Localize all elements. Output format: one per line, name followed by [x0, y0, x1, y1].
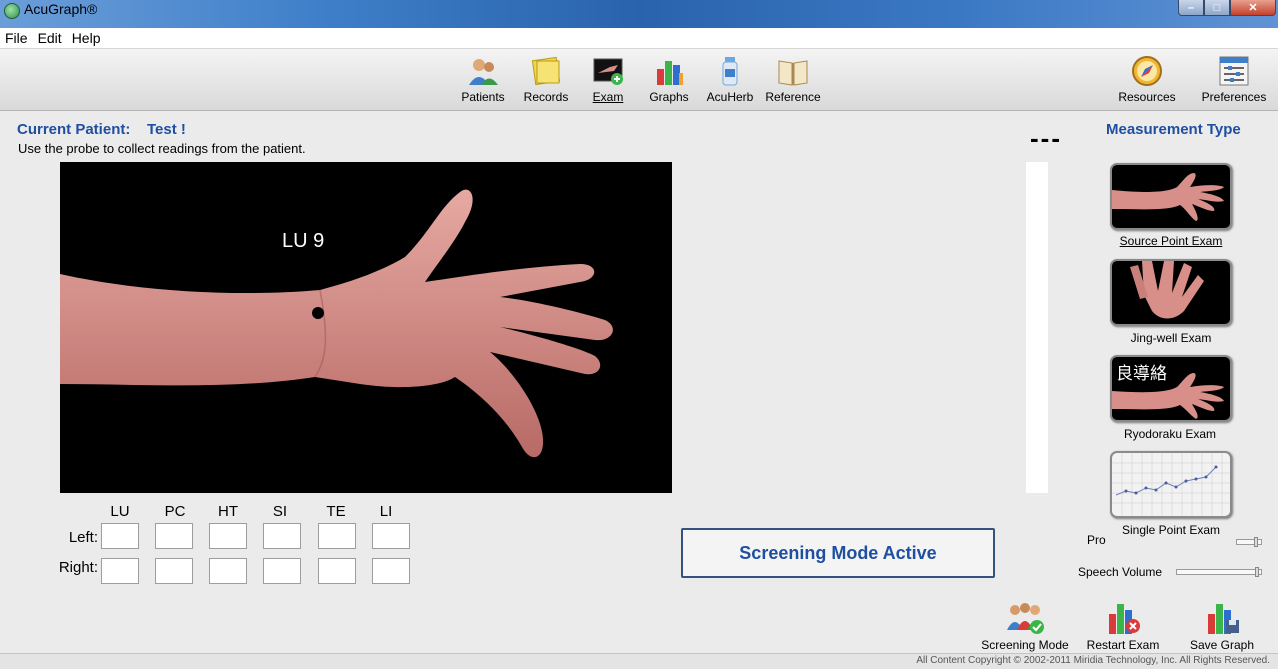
pro-slider[interactable]: [1236, 537, 1262, 547]
toolbar-reference-label: Reference: [765, 90, 821, 104]
save-graph-icon: [1208, 604, 1239, 634]
reading-meter: [1026, 162, 1048, 493]
column-header-te: TE: [326, 503, 346, 520]
reading-value: ---: [1030, 123, 1062, 153]
screening-mode-label: Screening Mode: [981, 638, 1069, 652]
row-label-right: Right:: [58, 559, 98, 576]
window-title: AcuGraph®: [24, 1, 98, 17]
column-header-ht: HT: [218, 503, 238, 520]
reading-cell-left-si: [263, 523, 301, 549]
records-icon: [531, 56, 561, 86]
reading-cell-left-ht: [209, 523, 247, 549]
toolbar-patients-button[interactable]: Patients: [458, 55, 508, 104]
toolbar-graphs-button[interactable]: Graphs: [644, 55, 694, 104]
acuherb-icon: [722, 57, 738, 86]
screening-mode-icon: [1007, 603, 1044, 634]
reading-cell-right-te: [318, 558, 356, 584]
toolbar-acuherb-button[interactable]: AcuHerb: [704, 55, 756, 104]
hand-illustration: [60, 189, 613, 458]
column-header-lu: LU: [110, 503, 130, 520]
menu-bar: File Edit Help: [0, 28, 1278, 49]
row-label-left: Left:: [68, 529, 98, 546]
toolbar: Patients Records Exam Graphs AcuHerb Ref…: [0, 49, 1278, 111]
reading-cell-right-ht: [209, 558, 247, 584]
single-point-exam-button[interactable]: [1110, 451, 1232, 518]
ryodoraku-exam-button[interactable]: 良導絡: [1110, 355, 1232, 422]
status-bar: All Content Copyright © 2002-2011 Miridi…: [0, 653, 1278, 669]
window-controls: – □ ✕: [1178, 0, 1276, 16]
pro-label: Pro: [1087, 533, 1106, 547]
reading-cell-left-te: [318, 523, 356, 549]
screening-mode-button[interactable]: Screening Mode: [978, 600, 1072, 652]
screening-mode-status-text: Screening Mode Active: [739, 542, 937, 563]
restart-exam-button[interactable]: Restart Exam: [1080, 600, 1166, 652]
reading-cell-right-lu: [101, 558, 139, 584]
patients-icon: [469, 59, 498, 85]
toolbar-resources-button[interactable]: Resources: [1116, 55, 1178, 104]
restart-exam-label: Restart Exam: [1086, 638, 1160, 652]
single-point-graph-icon: [1112, 453, 1230, 516]
toolbar-resources-label: Resources: [1118, 90, 1176, 104]
app-icon: [4, 3, 20, 19]
restart-exam-icon: [1109, 604, 1140, 634]
maximize-button[interactable]: □: [1204, 0, 1230, 16]
column-header-li: LI: [379, 503, 393, 520]
screening-mode-status: Screening Mode Active: [681, 528, 995, 578]
column-header-si: SI: [272, 503, 288, 520]
exam-icon: [593, 58, 623, 85]
copyright-text: All Content Copyright © 2002-2011 Miridi…: [916, 655, 1270, 666]
source-point-hand-icon: [1112, 173, 1224, 221]
preferences-icon: [1219, 56, 1249, 86]
compass-icon: [1132, 56, 1162, 86]
jing-well-hands-icon: [1130, 261, 1204, 319]
pro-slider-thumb[interactable]: [1254, 537, 1258, 547]
exam-instructions: Use the probe to collect readings from t…: [18, 141, 306, 156]
title-bar: AcuGraph® – □ ✕: [0, 0, 1278, 28]
current-patient-name: Test !: [147, 121, 186, 138]
menu-edit[interactable]: Edit: [33, 28, 67, 48]
reading-cell-left-li: [372, 523, 410, 549]
menu-file[interactable]: File: [0, 28, 33, 48]
toolbar-records-button[interactable]: Records: [520, 55, 572, 104]
jing-well-exam-button[interactable]: [1110, 259, 1232, 326]
reading-cell-right-pc: [155, 558, 193, 584]
toolbar-preferences-button[interactable]: Preferences: [1198, 55, 1270, 104]
single-point-exam-label[interactable]: Single Point Exam: [1091, 523, 1251, 537]
toolbar-exam-label: Exam: [592, 90, 624, 104]
exam-hand-image: LU 9: [60, 162, 672, 493]
ryodoraku-exam-label[interactable]: Ryodoraku Exam: [1090, 427, 1250, 441]
reading-cell-left-lu: [101, 523, 139, 549]
graphs-icon: [657, 61, 683, 85]
toolbar-graphs-label: Graphs: [649, 90, 689, 104]
acupoint-label: LU 9: [282, 230, 325, 252]
source-point-exam-label[interactable]: Source Point Exam: [1091, 234, 1251, 248]
toolbar-reference-button[interactable]: Reference: [762, 55, 824, 104]
save-graph-button[interactable]: Save Graph: [1182, 600, 1262, 652]
current-patient-label: Current Patient:: [17, 121, 131, 138]
reading-cell-right-si: [263, 558, 301, 584]
reading-cell-right-li: [372, 558, 410, 584]
toolbar-records-label: Records: [523, 90, 569, 104]
source-point-exam-button[interactable]: [1110, 163, 1232, 230]
speech-volume-slider-thumb[interactable]: [1255, 567, 1259, 577]
toolbar-preferences-label: Preferences: [1201, 90, 1267, 104]
exam-panel: Current Patient: Test ! Use the probe to…: [0, 111, 1278, 653]
toolbar-acuherb-label: AcuHerb: [706, 90, 754, 104]
close-button[interactable]: ✕: [1230, 0, 1276, 16]
toolbar-exam-button[interactable]: Exam: [588, 55, 628, 104]
menu-help[interactable]: Help: [67, 28, 106, 48]
speech-volume-slider[interactable]: [1176, 567, 1262, 577]
column-header-pc: PC: [164, 503, 186, 520]
reading-cell-left-pc: [155, 523, 193, 549]
reference-icon: [778, 60, 808, 86]
measurement-type-title: Measurement Type: [1106, 121, 1241, 138]
save-graph-label: Save Graph: [1189, 638, 1255, 652]
speech-volume-label: Speech Volume: [1078, 565, 1163, 579]
ryodoraku-overlay-text: 良導絡: [1116, 364, 1167, 383]
jing-well-exam-label[interactable]: Jing-well Exam: [1091, 331, 1251, 345]
acupoint-marker: [312, 307, 324, 319]
minimize-button[interactable]: –: [1178, 0, 1204, 16]
toolbar-patients-label: Patients: [461, 90, 505, 104]
